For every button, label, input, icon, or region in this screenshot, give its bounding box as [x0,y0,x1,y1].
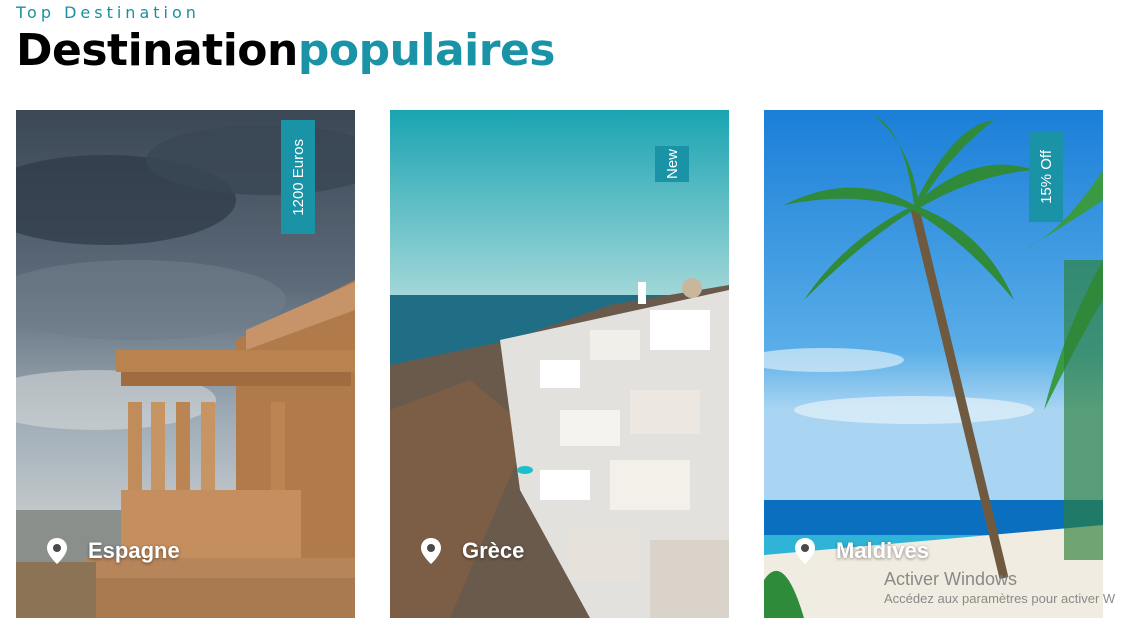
destination-card-maldives[interactable]: 15% Off Maldives [764,110,1103,618]
map-pin-icon [47,538,67,564]
section-eyebrow: Top Destination [16,3,200,22]
destination-name: Grèce [462,538,525,563]
discount-badge: 15% Off [1029,132,1063,222]
destination-card-espagne[interactable]: 1200 Euros Espagne [16,110,355,618]
map-pin-icon [795,538,815,564]
section-title: Destinationpopulaires [16,24,556,78]
destination-name: Maldives [836,538,929,563]
price-badge: 1200 Euros [281,120,315,234]
status-badge: New [655,146,689,182]
destination-location[interactable]: Grèce [420,538,524,564]
title-main: Destination [16,25,298,76]
map-pin-icon [421,538,441,564]
title-accent: populaires [297,25,556,76]
destination-name: Espagne [88,538,180,563]
destination-location[interactable]: Espagne [46,538,180,564]
destination-location[interactable]: Maldives [794,538,929,564]
destination-card-grece[interactable]: New Grèce [390,110,729,618]
